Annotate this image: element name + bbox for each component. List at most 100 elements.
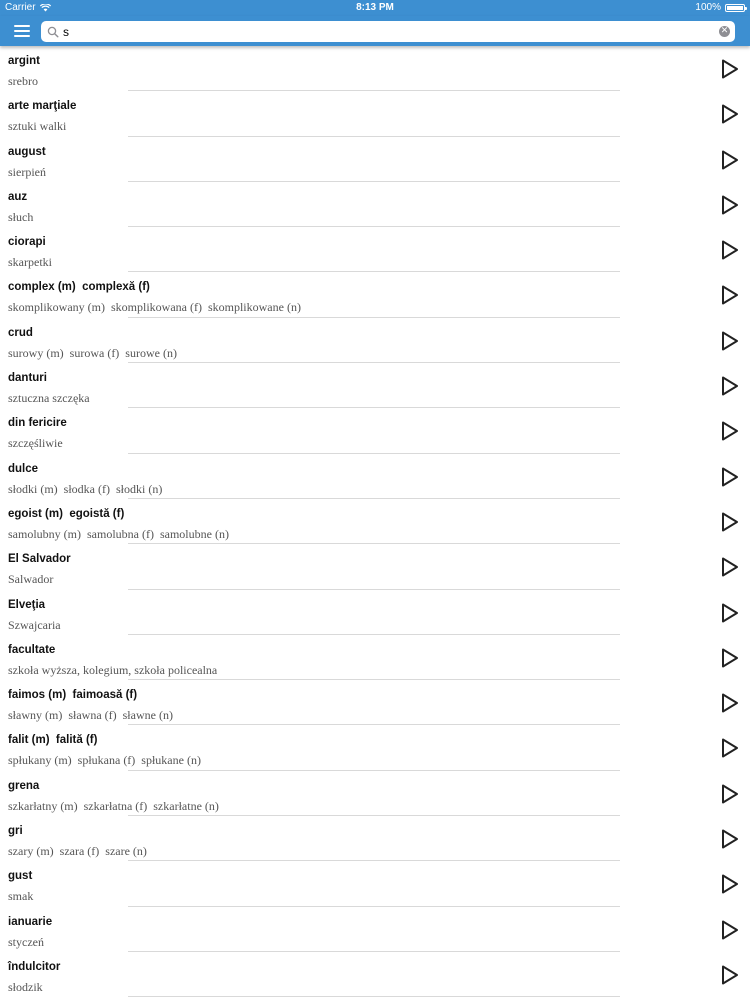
entry-translation: skarpetki — [8, 255, 52, 270]
battery-icon — [725, 4, 747, 12]
entry-translation: smak — [8, 889, 34, 904]
entry-term: crud — [8, 326, 33, 339]
list-item[interactable]: ciorapi skarpetki — [0, 227, 750, 273]
entry-term: gust — [8, 870, 33, 883]
row-divider — [128, 996, 620, 998]
entry-term: argint — [8, 55, 40, 67]
list-item[interactable]: egoist (m) egoistă (f) samolubny (m) samo… — [0, 499, 750, 545]
entry-translation: szkoła wyższa, kolegium, szkoła policeal… — [8, 662, 218, 677]
entry-list: argint srebro arte marţiale sztuki walki aug… — [0, 46, 750, 998]
play-icon[interactable] — [720, 194, 740, 216]
list-item[interactable]: grena szkarłatny (m) szkarłatna (f) szkar… — [0, 771, 750, 817]
entry-term: Elveţia — [8, 598, 46, 611]
play-icon[interactable] — [720, 103, 740, 125]
play-icon[interactable] — [720, 783, 740, 805]
entry-translation: słodzik — [8, 979, 43, 994]
entry-translation: szary (m) szara (f) szare (n) — [8, 844, 147, 859]
entry-translation: Salwador — [8, 572, 54, 587]
entry-term: august — [8, 145, 46, 158]
clear-icon[interactable]: ✕ — [719, 26, 730, 37]
entry-translation: sztuczna szczęka — [8, 391, 90, 406]
play-icon[interactable] — [720, 149, 740, 171]
entry-translation: skomplikowany (m) skomplikowana (f) skom… — [8, 300, 301, 315]
play-icon[interactable] — [720, 692, 740, 714]
entry-translation: Szwajcaria — [8, 617, 61, 632]
entry-term: El Salvador — [8, 553, 71, 566]
play-icon[interactable] — [720, 239, 740, 261]
list-item[interactable]: falit (m) falită (f) spłukany (m) spłukan… — [0, 725, 750, 771]
entry-term: auz — [8, 190, 28, 203]
app-screen: Carrier 8:13 PM 100% s ✕ argint srebro a… — [0, 0, 750, 1000]
list-item[interactable]: arte marţiale sztuki walki — [0, 91, 750, 137]
search-field[interactable]: ✕ — [41, 21, 735, 42]
entry-term: dulce — [8, 462, 39, 475]
list-item[interactable]: argint srebro — [0, 46, 750, 92]
play-icon[interactable] — [720, 873, 740, 895]
list-item[interactable]: ianuarie styczeń — [0, 907, 750, 952]
list-item[interactable]: gri szary (m) szara (f) szare (n) — [0, 816, 750, 862]
nav-bar: ✕ — [0, 16, 750, 46]
entry-term: danturi — [8, 372, 47, 385]
play-icon[interactable] — [720, 647, 740, 669]
status-time: 8:13 PM — [356, 2, 394, 13]
entry-term: falit (m) falită (f) — [8, 734, 98, 747]
play-icon[interactable] — [720, 375, 740, 397]
play-icon[interactable] — [720, 556, 740, 578]
entry-translation: srebro — [8, 74, 38, 88]
entry-term: ciorapi — [8, 236, 46, 249]
entry-term: gri — [8, 825, 23, 838]
menu-button[interactable] — [12, 22, 34, 40]
play-icon[interactable] — [720, 602, 740, 624]
entry-translation: sierpień — [8, 164, 46, 179]
menu-icon-bar — [14, 30, 30, 32]
list-item[interactable]: complex (m) complexă (f) skomplikowany (m… — [0, 272, 750, 318]
entry-term: arte marţiale — [8, 100, 77, 113]
list-item[interactable]: auz słuch — [0, 182, 750, 228]
list-item[interactable]: crud surowy (m) surowa (f) surowe (n) — [0, 318, 750, 364]
entry-translation: samolubny (m) samolubna (f) samolubne (n… — [8, 526, 229, 541]
play-icon[interactable] — [720, 737, 740, 759]
list-item[interactable]: dulce słodki (m) słodka (f) słodki (n) — [0, 454, 750, 499]
entry-term: grena — [8, 779, 40, 792]
entry-translation: szkarłatny (m) szkarłatna (f) szkarłatne… — [8, 798, 219, 813]
entry-translation: styczeń — [8, 934, 44, 949]
entry-term: din fericire — [8, 417, 67, 430]
status-bar: Carrier 8:13 PM 100% — [0, 0, 750, 16]
menu-icon-bar — [14, 25, 30, 27]
search-input[interactable] — [63, 21, 703, 42]
list-item[interactable]: Elveţia Szwajcaria — [0, 590, 750, 635]
list-item[interactable]: îndulcitor słodzik — [0, 952, 750, 998]
play-icon[interactable] — [720, 828, 740, 850]
list-item[interactable]: facultate szkoła wyższa, kolegium, szkoła… — [0, 635, 750, 681]
search-icon — [47, 25, 59, 43]
entry-translation: słuch — [8, 209, 34, 224]
battery-percent: 100% — [695, 2, 721, 13]
entry-translation: surowy (m) surowa (f) surowe (n) — [8, 345, 177, 360]
list-item[interactable]: danturi sztuczna szczęka — [0, 363, 750, 409]
entry-translation: sławny (m) sławna (f) sławne (n) — [8, 708, 173, 723]
status-right: 100% — [695, 0, 747, 16]
play-icon[interactable] — [720, 58, 740, 80]
list-item[interactable]: gust smak — [0, 861, 750, 907]
entry-translation: słodki (m) słodka (f) słodki (n) — [8, 481, 163, 496]
list-item[interactable]: faimos (m) faimoasă (f) sławny (m) sławna… — [0, 680, 750, 726]
list-item[interactable]: august sierpień — [0, 137, 750, 182]
play-icon[interactable] — [720, 284, 740, 306]
entry-term: egoist (m) egoistă (f) — [8, 507, 125, 520]
play-icon[interactable] — [720, 511, 740, 533]
entry-term: îndulcitor — [8, 960, 61, 973]
play-icon[interactable] — [720, 466, 740, 488]
menu-icon-bar — [14, 35, 30, 37]
play-icon[interactable] — [720, 330, 740, 352]
entry-term: facultate — [8, 643, 56, 656]
list-item[interactable]: El Salvador Salwador — [0, 544, 750, 590]
play-icon[interactable] — [720, 964, 740, 986]
play-icon[interactable] — [720, 919, 740, 941]
list-item[interactable]: din fericire szczęśliwie — [0, 408, 750, 454]
entry-translation: sztuki walki — [8, 119, 67, 134]
entry-translation: szczęśliwie — [8, 436, 63, 451]
play-icon[interactable] — [720, 420, 740, 442]
entry-term: faimos (m) faimoasă (f) — [8, 689, 138, 702]
entry-term: ianuarie — [8, 915, 53, 928]
entry-translation: spłukany (m) spłukana (f) spłukane (n) — [8, 753, 201, 768]
